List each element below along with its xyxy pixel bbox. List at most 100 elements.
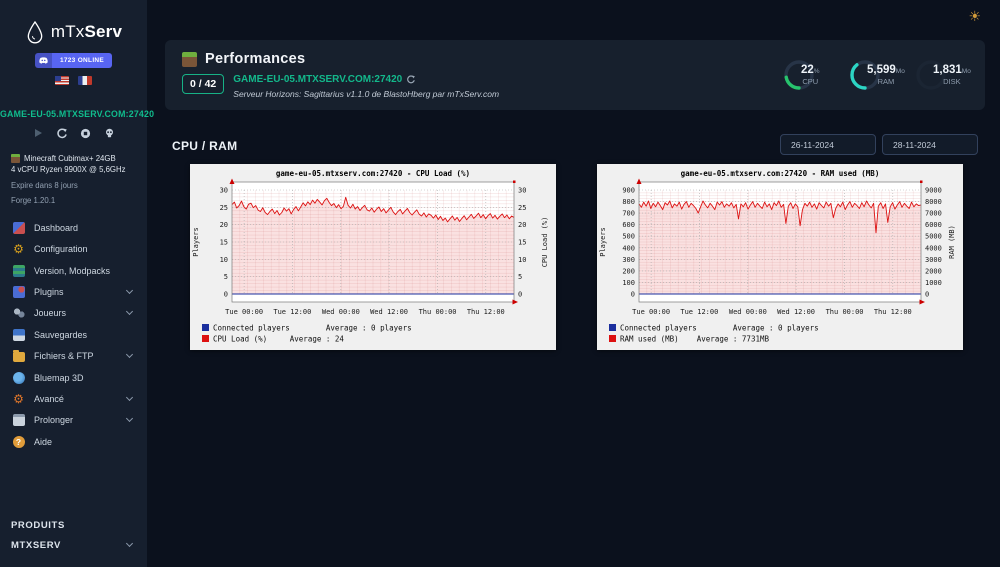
svg-text:Tue 12:00: Tue 12:00	[273, 308, 311, 316]
svg-text:3000: 3000	[925, 256, 942, 264]
svg-text:300: 300	[622, 256, 635, 264]
refresh-icon[interactable]	[406, 75, 415, 84]
sidebar-menu: Dashboard⚙ConfigurationVersion, Modpacks…	[0, 217, 147, 452]
svg-text:Connected players Avera: Connected players Average : 0 players	[620, 324, 819, 333]
kill-server-icon[interactable]	[104, 128, 115, 139]
svg-text:20: 20	[220, 221, 228, 229]
sidebar-item-label: Fichiers & FTP	[34, 351, 127, 361]
svg-text:600: 600	[622, 221, 635, 229]
sidebar-item-bluemap-3d[interactable]: Bluemap 3D	[0, 367, 147, 388]
minecraft-block-icon	[11, 154, 20, 163]
sidebar: mTxServ 1723 ONLINE GAME-EU-05.MTXSERV.C…	[0, 0, 147, 567]
sidebar-item-label: Sauvegardes	[34, 330, 135, 340]
stat-ram: 5,599MoRAM	[849, 59, 905, 91]
theme-toggle-sun-icon[interactable]: ☀	[968, 9, 981, 25]
date-to-input[interactable]	[882, 134, 978, 155]
sidebar-item-version-modpacks[interactable]: Version, Modpacks	[0, 260, 147, 281]
svg-text:10: 10	[220, 256, 228, 264]
svg-text:0: 0	[631, 291, 635, 299]
svg-text:Thu 12:00: Thu 12:00	[874, 308, 912, 316]
plugins-icon	[12, 286, 25, 299]
chevron-down-icon	[126, 308, 133, 315]
renew-icon	[12, 414, 25, 427]
fr-flag-icon[interactable]	[78, 76, 92, 85]
svg-text:0: 0	[224, 291, 228, 299]
sidebar-item-prolonger[interactable]: Prolonger	[0, 410, 147, 431]
svg-text:game-eu-05.mtxserv.com:27420 -: game-eu-05.mtxserv.com:27420 - CPU Load …	[276, 169, 470, 178]
dashboard-icon	[12, 221, 25, 234]
svg-text:5000: 5000	[925, 233, 942, 241]
svg-text:7000: 7000	[925, 210, 942, 218]
server-version: Forge 1.20.1	[11, 195, 147, 206]
svg-text:15: 15	[518, 239, 526, 247]
sidebar-footer-mtxserv[interactable]: MTXSERV	[0, 535, 147, 555]
page-title: Performances	[205, 51, 305, 67]
sidebar-item-plugins[interactable]: Plugins	[0, 281, 147, 302]
svg-text:Thu 00:00: Thu 00:00	[419, 308, 457, 316]
sidebar-item-label: Plugins	[34, 287, 127, 297]
sidebar-item-avanc-[interactable]: ⚙Avancé	[0, 388, 147, 409]
chevron-down-icon	[126, 287, 133, 294]
discord-badge[interactable]: 1723 ONLINE	[35, 53, 112, 68]
ram-used-chart: game-eu-05.mtxserv.com:27420 - RAM used …	[597, 164, 963, 350]
version-icon	[12, 264, 25, 277]
svg-text:8000: 8000	[925, 198, 942, 206]
stat-label: DISK	[933, 77, 971, 86]
svg-text:Wed 12:00: Wed 12:00	[370, 308, 408, 316]
sidebar-footer-label: PRODUITS	[11, 520, 135, 531]
server-cpu-spec: 4 vCPU Ryzen 9900X @ 5,6GHz	[11, 164, 147, 175]
stop-server-icon[interactable]	[80, 128, 91, 139]
svg-text:5: 5	[518, 273, 522, 281]
date-range	[780, 134, 978, 155]
logo[interactable]: mTxServ	[0, 20, 147, 44]
svg-text:Wed 00:00: Wed 00:00	[729, 308, 767, 316]
resource-stats: 22%CPU5,599MoRAM1,831MoDISK	[783, 59, 971, 91]
players-icon	[12, 307, 25, 320]
restart-server-icon[interactable]	[56, 128, 67, 139]
stat-unit: %	[814, 68, 820, 75]
cpu-load-chart: game-eu-05.mtxserv.com:27420 - CPU Load …	[190, 164, 556, 350]
sidebar-server-name[interactable]: GAME-EU-05.MTXSERV.COM:27420	[0, 109, 147, 119]
sidebar-item-label: Version, Modpacks	[34, 266, 135, 276]
svg-text:Players: Players	[192, 227, 200, 257]
svg-text:10: 10	[518, 256, 526, 264]
sidebar-item-aide[interactable]: ?Aide	[0, 431, 147, 452]
sidebar-footer-produits[interactable]: PRODUITS	[0, 515, 147, 535]
sidebar-item-label: Prolonger	[34, 415, 127, 425]
date-from-input[interactable]	[780, 134, 876, 155]
sidebar-item-sauvegardes[interactable]: Sauvegardes	[0, 324, 147, 345]
us-flag-icon[interactable]	[55, 76, 69, 85]
server-subtitle: Serveur Horizons: Sagittarius v1.1.0 de …	[233, 89, 499, 99]
start-server-icon[interactable]	[33, 128, 43, 138]
sidebar-item-dashboard[interactable]: Dashboard	[0, 217, 147, 238]
droplet-logo-icon	[25, 20, 45, 44]
sidebar-item-configuration[interactable]: ⚙Configuration	[0, 239, 147, 260]
stat-cpu: 22%CPU	[783, 59, 839, 91]
performances-header-card: Performances 0 / 42 GAME-EU-05.MTXSERV.C…	[165, 40, 985, 110]
sidebar-item-fichiers-ftp[interactable]: Fichiers & FTP	[0, 346, 147, 367]
server-link[interactable]: GAME-EU-05.MTXSERV.COM:27420	[233, 74, 499, 85]
stat-label: RAM	[867, 77, 905, 86]
sidebar-item-label: Dashboard	[34, 223, 135, 233]
advanced-icon: ⚙	[12, 393, 25, 406]
svg-text:Connected players Avera: Connected players Average : 0 players	[213, 324, 412, 333]
svg-text:5: 5	[224, 273, 228, 281]
sidebar-item-label: Configuration	[34, 244, 135, 254]
discord-icon	[35, 53, 52, 68]
svg-text:30: 30	[518, 187, 526, 195]
svg-text:400: 400	[622, 244, 635, 252]
svg-text:Tue 12:00: Tue 12:00	[680, 308, 718, 316]
svg-text:CPU Load (%): CPU Load (%)	[541, 217, 549, 268]
svg-text:0: 0	[518, 291, 522, 299]
stat-unit: Mo	[962, 68, 971, 75]
language-flags	[55, 76, 92, 85]
svg-text:game-eu-05.mtxserv.com:27420 -: game-eu-05.mtxserv.com:27420 - RAM used …	[681, 169, 880, 178]
stat-value: 5,599Mo	[867, 64, 905, 76]
sidebar-footer-label: MTXSERV	[11, 540, 127, 551]
sidebar-item-joueurs[interactable]: Joueurs	[0, 303, 147, 324]
svg-text:25: 25	[518, 204, 526, 212]
sidebar-item-label: Aide	[34, 437, 135, 447]
sidebar-item-label: Bluemap 3D	[34, 373, 135, 383]
section-title: CPU / RAM	[172, 139, 237, 153]
server-info: Minecraft Cubimax+ 24GB 4 vCPU Ryzen 990…	[0, 153, 147, 206]
